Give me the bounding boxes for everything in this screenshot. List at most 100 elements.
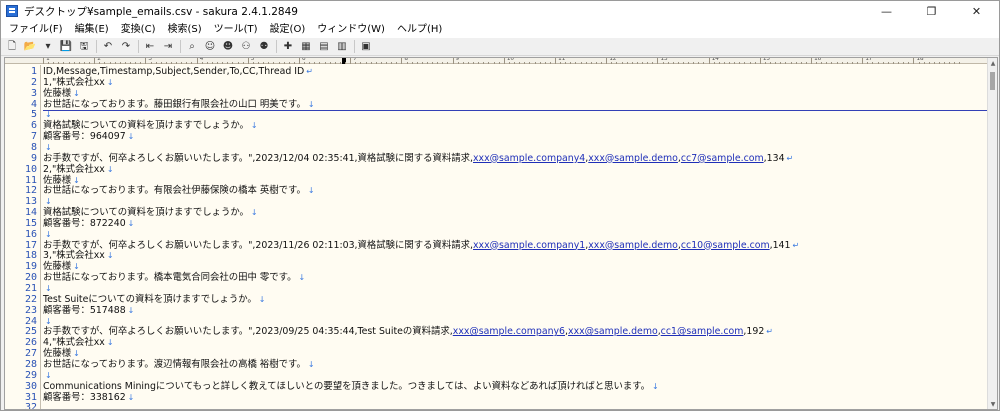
replace-icon[interactable]: ⚇ xyxy=(239,40,253,54)
ruler-minor-tick xyxy=(150,62,152,64)
ruler-minor-tick xyxy=(488,62,490,64)
email-link[interactable]: xxx@sample.company6 xyxy=(453,326,565,337)
text-line[interactable]: Test Suiteについての資料を頂けますでしょうか。 ↓ xyxy=(43,295,265,304)
ruler-major-tick xyxy=(503,58,505,64)
text-line[interactable]: お手数ですが、何卒よろしくお願いいたします。",2023/11/26 02:11… xyxy=(43,240,799,251)
text-line[interactable]: 4,"株式会社xx ↓ xyxy=(43,338,114,347)
email-link[interactable]: xxx@sample.demo xyxy=(568,326,658,337)
text-line[interactable]: Communications Miningについてもっと詳しく教えてほしいとの要… xyxy=(43,381,659,390)
outline-icon[interactable]: ▣ xyxy=(359,40,373,54)
email-link[interactable]: xxx@sample.demo xyxy=(588,153,678,164)
text-line[interactable]: お世話になっております。渡辺情報有限会社の高橋 裕樹です。 ↓ xyxy=(43,360,315,369)
open-folder-icon[interactable]: 📂 xyxy=(23,40,37,54)
minimize-button[interactable]: — xyxy=(864,1,909,21)
text-line[interactable]: ↓ xyxy=(43,371,52,380)
text-line[interactable]: お世話になっております。橋本電気合同会社の田中 零です。 ↓ xyxy=(43,273,305,282)
search-prev-icon[interactable]: ☺ xyxy=(203,40,217,54)
search-next-icon[interactable]: ☻ xyxy=(221,40,235,54)
search-icon[interactable]: ⌕ xyxy=(185,40,199,54)
ruler-minor-tick xyxy=(355,62,357,64)
dropdown-icon[interactable]: ▾ xyxy=(41,40,55,54)
email-link[interactable]: cc7@sample.com xyxy=(681,153,764,164)
email-link[interactable]: cc10@sample.com xyxy=(681,240,770,251)
text-line[interactable]: 佐藤様 ↓ xyxy=(43,88,80,97)
text-line[interactable]: 佐藤様 ↓ xyxy=(43,262,80,271)
ruler-minor-tick xyxy=(616,62,618,64)
line-number-gutter[interactable]: 1 2 3 4 5 6 7 8 9 10 11 12 13 14 15 16 17 18 19 20 21 22 23 24 2… xyxy=(5,65,41,409)
text-line[interactable]: お世話になっております。有限会社伊藤保険の橋本 英樹です。 ↓ xyxy=(43,186,315,195)
text-area[interactable]: ID,Message,Timestamp,Subject,Sender,To,C… xyxy=(43,65,988,409)
menu-item-4[interactable]: ツール(T) xyxy=(208,21,264,38)
undo-icon[interactable]: ↶ xyxy=(101,40,115,54)
ruler-minor-tick xyxy=(242,62,244,64)
menu-item-0[interactable]: ファイル(F) xyxy=(3,21,69,38)
mark-icon[interactable]: ✚ xyxy=(281,40,295,54)
new-file-icon[interactable]: 🗋 xyxy=(5,40,19,54)
text-line[interactable]: お手数ですが、何卒よろしくお願いいたします。",2023/12/04 02:35… xyxy=(43,154,793,163)
text-line[interactable]: 1,"株式会社xx ↓ xyxy=(43,78,114,87)
lf-mark-icon: ↓ xyxy=(45,316,52,326)
bookmark-prev-icon[interactable]: ▤ xyxy=(317,40,331,54)
ruler-minor-tick xyxy=(365,62,367,64)
jump-forward-icon[interactable]: ⇥ xyxy=(161,40,175,54)
scroll-up-icon[interactable]: ▲ xyxy=(988,58,997,68)
bookmark-icon[interactable]: ▦ xyxy=(299,40,313,54)
text-line[interactable]: 顧客番号：964097 ↓ xyxy=(43,132,134,141)
text-line[interactable]: 2,"株式会社xx ↓ xyxy=(43,164,114,173)
ruler-minor-tick xyxy=(857,62,859,64)
text-line[interactable]: ↓ xyxy=(43,230,52,239)
text-line[interactable]: 顧客番号：517488 ↓ xyxy=(43,305,134,314)
text-line[interactable]: ID,Message,Timestamp,Subject,Sender,To,C… xyxy=(43,67,313,76)
text-line[interactable]: 佐藤様 ↓ xyxy=(43,175,80,184)
text-line[interactable]: 資格試験についての資料を頂けますでしょうか。 ↓ xyxy=(43,121,258,130)
redo-icon[interactable]: ↷ xyxy=(119,40,133,54)
jump-back-icon[interactable]: ⇤ xyxy=(143,40,157,54)
ruler-minor-tick xyxy=(933,62,935,64)
text-line[interactable]: 資格試験についての資料を頂けますでしょうか。 ↓ xyxy=(43,208,258,217)
vertical-scrollbar[interactable]: ▲ ▼ xyxy=(987,58,997,409)
ruler-minor-tick xyxy=(534,62,536,64)
menu-item-1[interactable]: 編集(E) xyxy=(69,21,115,38)
email-link[interactable]: cc1@sample.com xyxy=(661,326,744,337)
menu-item-6[interactable]: ウィンドウ(W) xyxy=(311,21,391,38)
text-line[interactable]: 佐藤様 ↓ xyxy=(43,349,80,358)
text-line[interactable]: ↓ xyxy=(43,284,52,293)
menu-item-7[interactable]: ヘルプ(H) xyxy=(391,21,448,38)
title-bar[interactable]: デスクトップ¥sample_emails.csv - sakura 2.4.1.… xyxy=(1,1,999,21)
text-line[interactable]: お世話になっております。藤田銀行有限会社の山口 明美です。 ↓ xyxy=(43,99,315,108)
ruler-minor-tick xyxy=(611,62,613,64)
save-icon[interactable]: 💾 xyxy=(59,40,73,54)
email-link[interactable]: xxx@sample.company4 xyxy=(473,153,585,164)
text-line[interactable]: ↓ xyxy=(43,197,52,206)
ruler-minor-tick xyxy=(63,62,65,64)
restore-button[interactable]: ❐ xyxy=(909,1,954,21)
grep-icon[interactable]: ⚉ xyxy=(257,40,271,54)
text-editor[interactable]: 1 2 3 4 5 6 7 8 9 10 11 12 13 14 15 16 17 18 1 2 3 4 5 6 7 8 9 10 1… xyxy=(4,57,998,410)
text-line[interactable]: 3,"株式会社xx ↓ xyxy=(43,251,114,260)
line-number: 5 xyxy=(30,109,37,121)
text-line[interactable]: ↓ xyxy=(43,143,52,152)
lf-mark-icon: ↓ xyxy=(45,142,52,152)
bookmark-next-icon[interactable]: ▥ xyxy=(335,40,349,54)
ruler-minor-tick xyxy=(549,62,551,64)
text-line[interactable]: 顧客番号：338162 ↓ xyxy=(43,392,134,401)
scroll-down-icon[interactable]: ▼ xyxy=(988,399,997,409)
ruler-minor-tick xyxy=(109,62,111,64)
text-line[interactable]: 顧客番号：872240 ↓ xyxy=(43,219,134,228)
email-link[interactable]: xxx@sample.company1 xyxy=(473,240,585,251)
text-line[interactable]: ↓ xyxy=(43,317,52,326)
ruler-minor-tick xyxy=(114,62,116,64)
save-all-icon[interactable]: 🖫 xyxy=(77,40,91,54)
menu-item-2[interactable]: 変換(C) xyxy=(115,21,162,38)
scrollbar-thumb[interactable] xyxy=(990,72,995,90)
menu-item-3[interactable]: 検索(S) xyxy=(161,21,207,38)
ruler-major-tick xyxy=(145,58,147,64)
ruler-minor-tick xyxy=(729,62,731,64)
menu-item-5[interactable]: 設定(O) xyxy=(264,21,312,38)
text-line[interactable]: ↓ xyxy=(43,110,52,119)
line-number: 9 xyxy=(30,152,37,164)
ruler-minor-tick xyxy=(872,62,874,64)
close-button[interactable]: ✕ xyxy=(954,1,999,21)
text-line[interactable]: お手数ですが、何卒よろしくお願いいたします。",2023/09/25 04:35… xyxy=(43,327,773,336)
email-link[interactable]: xxx@sample.demo xyxy=(588,240,678,251)
